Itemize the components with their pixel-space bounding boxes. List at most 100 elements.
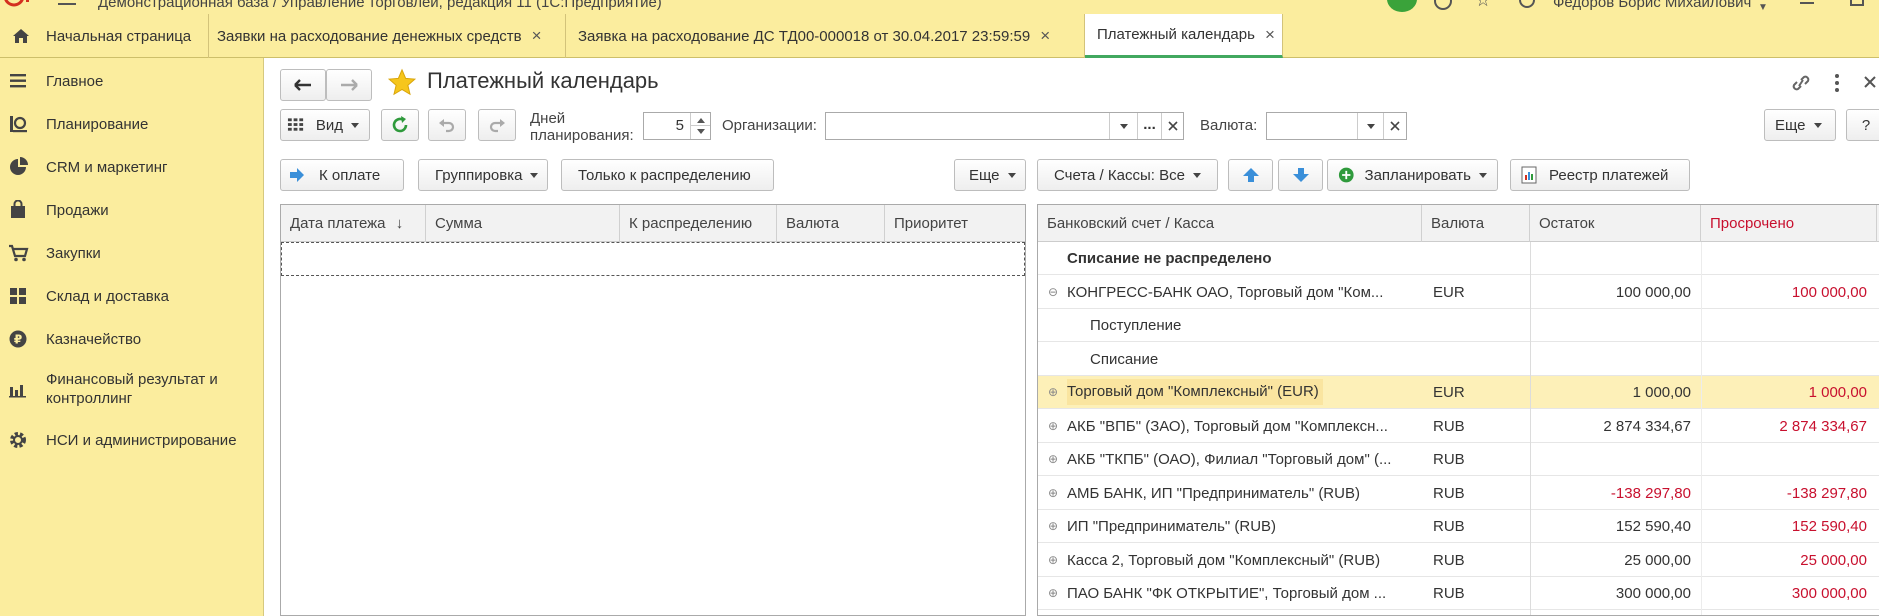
sidebar-item-warehouse[interactable]: Склад и доставка: [0, 285, 264, 307]
close-tab-icon[interactable]: ×: [532, 26, 542, 46]
chevron-down-icon: [530, 172, 539, 178]
sidebar-item-planning[interactable]: Планирование: [0, 113, 264, 135]
bag-icon: [11, 200, 25, 218]
grouping-button[interactable]: Группировка: [418, 159, 548, 191]
account-currency: RUB: [1433, 611, 1523, 616]
column-payment-date[interactable]: Дата платежа ↓: [281, 205, 426, 242]
accounts-filter-button[interactable]: Счета / Кассы: Все: [1037, 159, 1218, 191]
notifications-bell-icon[interactable]: [1387, 0, 1417, 12]
currency-input[interactable]: [1266, 112, 1407, 140]
main-menu-icon[interactable]: [58, 0, 76, 5]
sidebar-item-sales[interactable]: Продажи: [0, 199, 264, 221]
refresh-button[interactable]: [381, 109, 419, 141]
dropdown-icon[interactable]: [1357, 113, 1383, 139]
undo-button[interactable]: [428, 109, 466, 141]
favorite-star-icon[interactable]: [386, 68, 418, 98]
sidebar-item-financial-result[interactable]: Финансовый результат и контроллинг: [0, 369, 264, 409]
dropdown-icon[interactable]: [1109, 113, 1137, 139]
expand-icon[interactable]: ⊕: [1048, 544, 1058, 577]
table-row[interactable]: ⊕ Касса 2, Торговый дом "Комплексный" (RU…: [1038, 544, 1879, 577]
search-icon[interactable]: [1519, 0, 1535, 8]
link-icon[interactable]: [1789, 72, 1813, 94]
move-down-button[interactable]: [1278, 159, 1323, 191]
minimize-window-icon[interactable]: [1800, 2, 1814, 4]
sidebar-item-label: Главное: [46, 72, 104, 90]
column-currency[interactable]: Валюта: [777, 205, 885, 242]
account-balance: 904 392,00: [1530, 611, 1701, 616]
select-ellipsis-button[interactable]: ...: [1137, 113, 1161, 139]
only-to-distribution-button[interactable]: Только к распределению: [561, 159, 774, 191]
column-currency[interactable]: Валюта: [1422, 205, 1530, 242]
table-row[interactable]: ⊖ КОНГРЕСС-БАНК ОАО, Торговый дом "Ком...…: [1038, 276, 1879, 309]
forward-button[interactable]: [326, 69, 372, 101]
current-user[interactable]: Федоров Борис Михайлович: [1553, 0, 1751, 11]
sidebar-item-label: Склад и доставка: [46, 287, 169, 305]
column-balance[interactable]: Остаток: [1530, 205, 1701, 242]
expand-icon[interactable]: ⊕: [1048, 410, 1058, 443]
back-button[interactable]: [280, 69, 326, 101]
collapse-icon[interactable]: ⊖: [1048, 276, 1058, 309]
table-row[interactable]: Списание не распределено: [1038, 242, 1879, 275]
account-currency: [1433, 242, 1523, 275]
expand-icon[interactable]: ⊕: [1048, 577, 1058, 610]
days-planning-value: 5: [675, 117, 684, 134]
organizations-input[interactable]: ...: [825, 112, 1184, 140]
account-currency: RUB: [1433, 451, 1465, 468]
table-empty-row[interactable]: [281, 242, 1025, 276]
close-tab-icon[interactable]: ×: [1265, 25, 1275, 45]
sidebar-item-admin[interactable]: НСИ и администрирование: [0, 429, 264, 451]
column-priority[interactable]: Приоритет: [885, 205, 1025, 242]
table-row[interactable]: ⊕ ПАО БАНК "ФК ОТКРЫТИЕ", Торговый дом ..…: [1038, 577, 1879, 610]
sidebar-item-purchases[interactable]: Закупки: [0, 242, 264, 264]
days-planning-label: Дней планирования:: [530, 110, 634, 144]
help-button[interactable]: ?: [1846, 109, 1879, 141]
tab-payment-calendar[interactable]: Платежный календарь ×: [1085, 14, 1283, 58]
stepper-arrows-icon[interactable]: [690, 113, 710, 139]
expand-icon[interactable]: ⊕: [1048, 376, 1058, 409]
move-up-button[interactable]: [1228, 159, 1273, 191]
table-row[interactable]: ⊕ Торговый дом "Комплексный" (RUB) RUB 904 …: [1038, 611, 1879, 616]
days-planning-stepper[interactable]: 5: [643, 112, 711, 140]
user-menu-caret-icon[interactable]: ▼: [1758, 2, 1768, 13]
view-menu-button[interactable]: Вид: [280, 109, 370, 141]
table-row[interactable]: ⊕ ИП "Предприниматель" (RUB) RUB 152 590,40…: [1038, 510, 1879, 543]
clear-icon[interactable]: [1161, 113, 1184, 139]
clear-icon[interactable]: [1383, 113, 1407, 139]
favorites-star-icon[interactable]: ☆: [1475, 0, 1491, 11]
table-row[interactable]: ⊕ АКБ "ВПБ" (ЗАО), Торговый дом "Комплекс…: [1038, 410, 1879, 443]
expand-icon[interactable]: ⊕: [1048, 443, 1058, 476]
tab-label: Заявка на расходование ДС ТД00-000018 от…: [578, 27, 1031, 45]
redo-button[interactable]: [478, 109, 516, 141]
column-overdue[interactable]: Просрочено: [1701, 205, 1877, 242]
to-payment-button[interactable]: К оплате: [280, 159, 404, 191]
sidebar-item-treasury[interactable]: ₽ Казначейство: [0, 328, 264, 350]
expand-icon[interactable]: ⊕: [1048, 477, 1058, 510]
more-vertical-icon[interactable]: [1831, 72, 1843, 94]
close-form-icon[interactable]: [1863, 73, 1877, 91]
expand-icon[interactable]: ⊕: [1048, 510, 1058, 543]
sidebar-item-main[interactable]: Главное: [0, 70, 264, 92]
sidebar-item-crm[interactable]: CRM и маркетинг: [0, 156, 264, 178]
payment-registry-button[interactable]: Реестр платежей: [1510, 159, 1690, 191]
column-account[interactable]: Банковский счет / Касса: [1038, 205, 1422, 242]
column-to-distribution[interactable]: К распределению: [620, 205, 777, 242]
schedule-button[interactable]: Запланировать: [1327, 159, 1498, 191]
history-icon[interactable]: [1434, 0, 1452, 10]
more-actions-button[interactable]: Еще: [1764, 109, 1836, 141]
tab-payment-requests[interactable]: Заявки на расходование денежных средств …: [209, 14, 566, 58]
left-more-button[interactable]: Еще: [954, 159, 1026, 191]
expand-icon[interactable]: ⊕: [1048, 611, 1058, 616]
account-currency: [1433, 309, 1523, 342]
close-tab-icon[interactable]: ×: [1040, 26, 1050, 46]
table-row[interactable]: ⊕ АКБ "ТКПБ" (ОАО), Филиал "Торговый дом"…: [1038, 443, 1879, 476]
table-row[interactable]: Поступление: [1038, 309, 1879, 342]
table-row[interactable]: Списание: [1038, 343, 1879, 376]
table-row[interactable]: ⊕ Торговый дом "Комплексный" (EUR) EUR 1 00…: [1038, 376, 1879, 409]
redo-icon: [489, 119, 505, 133]
column-amount[interactable]: Сумма: [426, 205, 620, 242]
tab-payment-request-doc[interactable]: Заявка на расходование ДС ТД00-000018 от…: [566, 14, 1085, 58]
account-balance: 152 590,40: [1615, 518, 1691, 535]
tab-home[interactable]: Начальная страница: [0, 14, 209, 58]
maximize-window-icon[interactable]: [1850, 0, 1864, 6]
table-row[interactable]: ⊕ АМБ БАНК, ИП "Предприниматель" (RUB) RUB…: [1038, 477, 1879, 510]
